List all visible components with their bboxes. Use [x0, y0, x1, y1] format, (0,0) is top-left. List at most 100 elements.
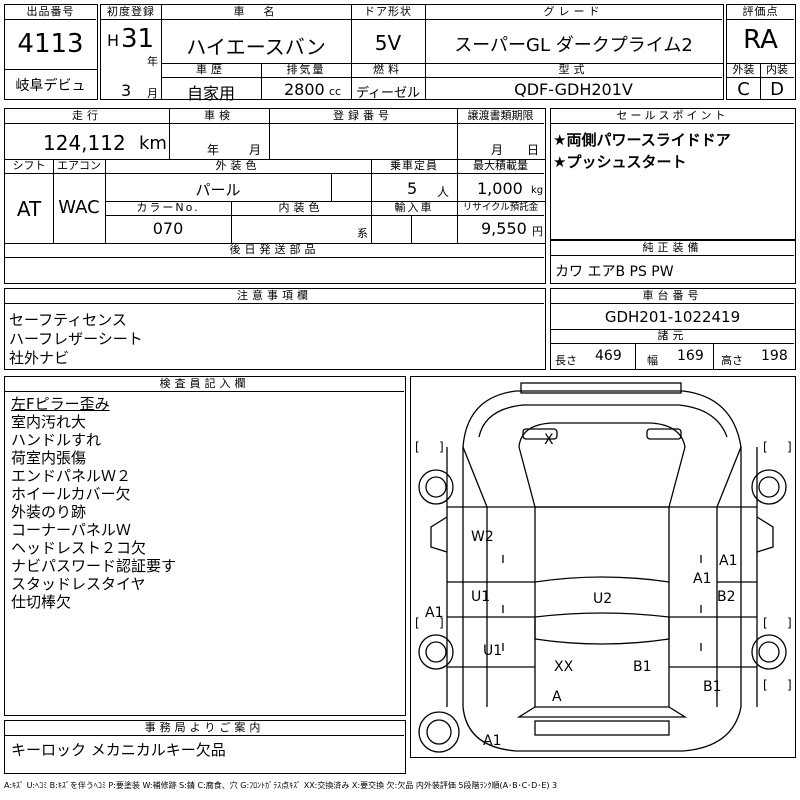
inspector-item: 荷室内張傷	[11, 449, 87, 467]
selling-point-2: ★プッシュスタート	[553, 153, 687, 171]
svg-text:[: [	[415, 440, 420, 454]
height-value: 198	[761, 348, 788, 364]
inspector-item: 左Fピラー歪み	[11, 395, 110, 413]
vehicle-header: 初度登録 車 名 ドア形状 グレード H 31 年 ハイエースバン 5V スーパ…	[100, 4, 724, 103]
color-no-value: 070	[152, 219, 184, 238]
width-value: 169	[677, 348, 704, 364]
model-label: 型式	[425, 63, 722, 78]
diagram-mark: B1	[703, 679, 722, 695]
diagram-mark: A1	[483, 733, 501, 749]
interior-value: D	[770, 79, 784, 100]
width-label: 幅	[647, 354, 658, 367]
note-1: セーフティセンス	[9, 311, 127, 329]
diagram-mark: A1	[693, 571, 711, 587]
car-name-label: 車 名	[161, 5, 351, 20]
svg-text:]: ]	[787, 678, 792, 692]
inspector-item: スタッドレスタイヤ	[11, 575, 146, 593]
max-load-label: 最大積載量	[457, 159, 544, 174]
recycle-unit: 円	[532, 225, 543, 238]
fuel-label: 燃料	[351, 63, 425, 78]
inspection-label: 車検	[169, 109, 269, 124]
first-reg-label: 初度登録	[101, 5, 161, 20]
max-load-value: 1,000	[477, 179, 523, 198]
height-label: 高さ	[721, 354, 743, 367]
lot-label: 出品番号	[5, 5, 96, 20]
fuel-value: ディーゼル	[355, 86, 421, 101]
transfer-month-unit: 月	[491, 143, 504, 157]
lot-box: 出品番号 4113 岐阜デビュ	[4, 4, 98, 100]
exterior-label: 外装	[727, 63, 760, 78]
max-load-unit: kg	[531, 185, 544, 196]
mileage-unit: km	[139, 133, 167, 154]
details-box: 走行 車検 登録番号 譲渡書類期限 124,112 km 年 月 月 日 シフト…	[4, 108, 546, 284]
displacement-unit: cc	[329, 85, 342, 98]
selling-points-label: セールスポイント	[551, 109, 794, 124]
grade-value: スーパーGL ダークプライム2	[454, 35, 693, 56]
inspector-item: ハンドルすれ	[11, 431, 102, 449]
transfer-label: 譲渡書類期限	[457, 109, 544, 124]
diagram-mark: X	[544, 432, 554, 448]
later-parts-label: 後日発送部品	[5, 243, 544, 258]
note-2: ハーフレザーシート	[9, 330, 143, 348]
inspector-item: 仕切棒欠	[11, 593, 72, 611]
inspection-month-unit: 月	[249, 143, 262, 157]
score-label: 評価点	[727, 5, 794, 20]
displacement-label: 排気量	[261, 63, 351, 78]
inspector-item: エンドパネルＷ２	[11, 467, 132, 485]
svg-text:[: [	[763, 616, 768, 630]
car-name: ハイエースバン	[186, 35, 326, 59]
note-3: 社外ナビ	[9, 349, 70, 367]
capacity-unit: 人	[437, 185, 450, 199]
capacity-value: 5	[407, 179, 418, 198]
mileage-label: 走行	[5, 109, 169, 124]
equipment-box: 純正装備 カワ エアB PS PW	[550, 240, 796, 284]
svg-text:[: [	[763, 440, 768, 454]
car-diagram: [] [] [] [] [] X W2 A1 A1 U1 U2 B2 A1 U1…	[415, 382, 792, 753]
score-box: 評価点 RA 外装 内装 C D	[726, 4, 796, 100]
interior-label: 内装	[760, 63, 794, 78]
inspector-item: コーナーパネルＷ	[11, 521, 131, 539]
ext-color-label: 外装色	[105, 159, 371, 174]
svg-text:[: [	[415, 616, 420, 630]
diagram-mark: XX	[554, 659, 574, 675]
diagram-mark: A1	[719, 553, 737, 569]
debut-label: 岐阜デビュ	[15, 78, 86, 94]
diagram-mark: U1	[471, 589, 490, 605]
equipment-label: 純正装備	[551, 241, 794, 256]
inspector-item: 外装のり跡	[11, 503, 87, 521]
chassis-label: 車台番号	[551, 289, 794, 304]
recycle-value: 9,550	[481, 219, 527, 238]
svg-text:]: ]	[787, 440, 792, 454]
selling-point-1: ★両側パワースライドドア	[553, 131, 731, 149]
diagram-mark: B1	[633, 659, 652, 675]
month-unit: 月	[147, 87, 158, 100]
grade-label: グレード	[425, 5, 722, 20]
equipment-value: カワ エアB PS PW	[555, 264, 674, 280]
legend-text: A:ｷｽﾞ U:ﾍｺﾐ B:ｷｽﾞを伴うﾍｺﾐ P:要塗装 W:補修跡 S:錆 …	[4, 781, 558, 790]
door-value: 5V	[374, 31, 402, 55]
svg-text:]: ]	[787, 616, 792, 630]
score-value: RA	[743, 25, 778, 55]
ext-color-value: パール	[195, 181, 241, 199]
length-value: 469	[595, 348, 622, 364]
inspector-label: 検査員記入欄	[5, 377, 404, 392]
color-no-label: カラーNo.	[105, 201, 231, 216]
inspection-year-unit: 年	[207, 143, 220, 157]
ac-label: エアコン	[53, 159, 105, 174]
capacity-label: 乗車定員	[371, 159, 457, 174]
reg-era: H	[107, 31, 120, 50]
ac-value: WAC	[58, 197, 100, 218]
shift-label: シフト	[5, 159, 53, 174]
history-value: 自家用	[186, 84, 235, 103]
history-label: 車歴	[161, 63, 261, 78]
diagram-mark: U2	[593, 591, 612, 607]
inspector-item: ナビパスワード認証要す	[11, 557, 177, 575]
inspector-item: ヘッドレスト２コ欠	[11, 539, 147, 557]
shift-value: AT	[16, 197, 42, 221]
recycle-label: リサイクル預託金	[457, 201, 544, 216]
exterior-value: C	[737, 79, 750, 100]
displacement-value: 2800	[284, 80, 325, 99]
selling-points-box: セールスポイント ★両側パワースライドドア ★プッシュスタート	[550, 108, 796, 240]
diagram-mark: B2	[717, 589, 736, 605]
model-value: QDF-GDH201V	[514, 80, 633, 99]
